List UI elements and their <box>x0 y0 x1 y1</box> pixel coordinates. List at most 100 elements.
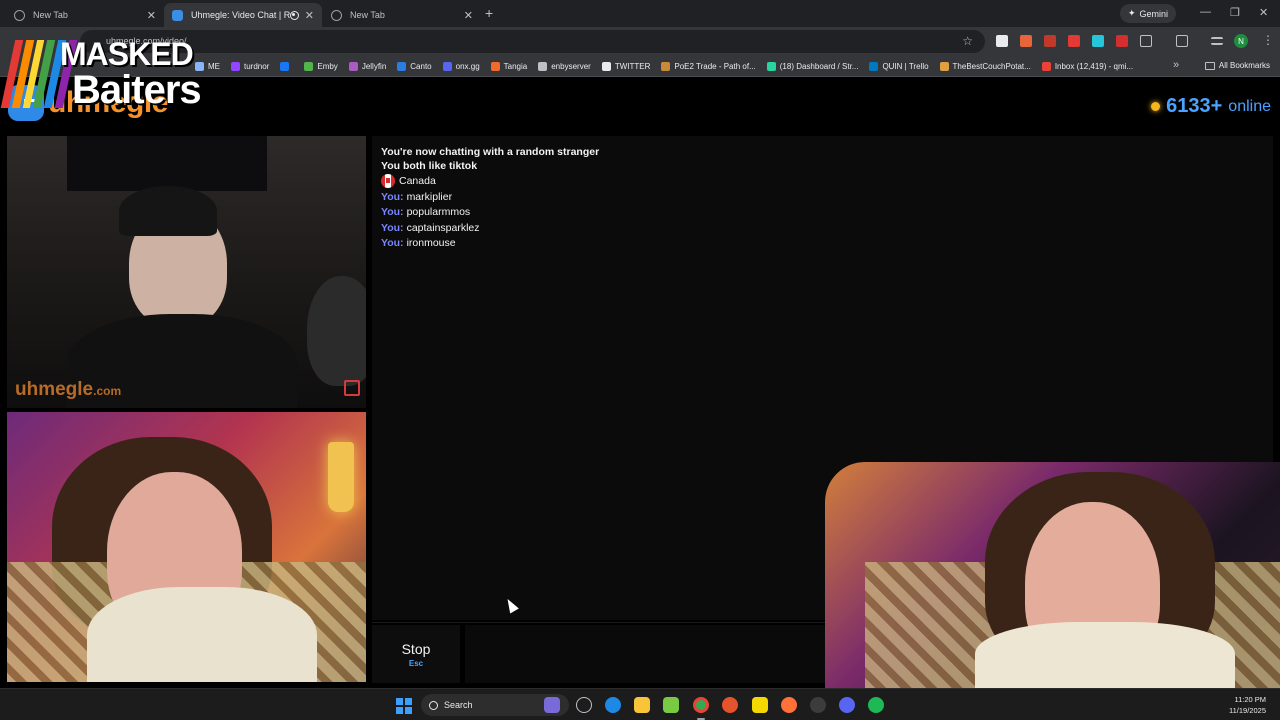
bookmark-favicon-icon <box>280 61 290 71</box>
bookmark-item[interactable]: Tangia <box>490 61 527 71</box>
spotify-icon[interactable] <box>868 697 884 713</box>
bookmark-label: onx.gg <box>455 61 480 71</box>
stop-label: Stop <box>401 640 431 657</box>
uhmegle-watermark: uhmegle.com <box>15 379 121 401</box>
system-clock[interactable]: 11:20 PM 11/19/2025 <box>1229 694 1266 716</box>
firefox-icon[interactable] <box>781 697 797 713</box>
bookmark-item[interactable]: TWITTER <box>601 61 650 71</box>
stop-button[interactable]: Stop Esc <box>372 625 460 683</box>
more-menu-icon[interactable]: ⋮ <box>1262 33 1274 47</box>
bookmark-favicon-icon <box>538 61 548 71</box>
search-icon <box>429 700 438 710</box>
search-label: Search <box>444 700 473 710</box>
extension-7tv-icon[interactable] <box>1092 35 1104 47</box>
bookmark-item[interactable]: QUIN | Trello <box>869 61 929 71</box>
bookmark-item[interactable]: PoE2 Trade - Path of... <box>661 61 756 71</box>
extensions-puzzle-icon[interactable] <box>1140 35 1152 47</box>
restore-icon[interactable]: ❐ <box>1230 6 1240 19</box>
app-orange-icon[interactable] <box>722 697 738 713</box>
online-count: 6133+ <box>1166 95 1223 117</box>
bookmark-item[interactable]: Canto <box>397 61 432 71</box>
report-flag-icon[interactable] <box>344 380 360 396</box>
bookmark-label: PoE2 Trade - Path of... <box>674 61 756 71</box>
extension-badge-icon[interactable] <box>1044 35 1056 47</box>
bookmark-item[interactable] <box>280 61 293 71</box>
tab-uhmegle[interactable]: Uhmegle: Video Chat | Rand ✕ <box>164 3 322 27</box>
chat-message: You: popularmmos <box>381 206 470 218</box>
canada-flag-icon <box>381 174 395 188</box>
message-text: markiplier <box>406 191 453 203</box>
bookmark-label: enbyserver <box>551 61 591 71</box>
uhmegle-favicon-icon <box>172 9 183 21</box>
online-counter: 6133+ online <box>1151 95 1271 118</box>
bookmark-favicon-icon <box>348 61 358 71</box>
lamp <box>328 442 354 512</box>
reading-list-icon[interactable] <box>1211 37 1223 45</box>
window-close-icon[interactable]: ✕ <box>1259 6 1268 19</box>
clock-time: 11:20 PM <box>1234 695 1266 704</box>
brand-top-text: MASKED <box>60 36 194 72</box>
masked-baiters-logo: MASKED Baiters <box>0 36 226 112</box>
online-label: online <box>1228 97 1271 115</box>
obs-icon[interactable] <box>810 697 826 713</box>
bookmark-label: QUIN | Trello <box>882 61 929 71</box>
all-bookmarks-button[interactable]: All Bookmarks <box>1204 61 1270 70</box>
page-content: uhmegle 6133+ online uhmegle.com You're … <box>0 77 1280 688</box>
country-name: Canada <box>399 174 436 187</box>
task-view-icon[interactable] <box>576 697 592 713</box>
chat-message: You: markiplier <box>381 191 452 203</box>
tab-strip: New Tab ✕ Uhmegle: Video Chat | Rand ✕ N… <box>0 0 1280 27</box>
bookmark-item[interactable]: Jellyfin <box>348 61 386 71</box>
bookmark-item[interactable]: turdnor <box>231 61 269 71</box>
self-shirt <box>87 587 317 682</box>
profile-avatar[interactable]: N <box>1234 34 1248 48</box>
message-text: captainsparklez <box>406 222 480 234</box>
close-icon[interactable]: ✕ <box>305 9 314 22</box>
bookmark-favicon-icon <box>397 61 407 71</box>
chrome-icon <box>14 9 25 21</box>
bookmarks-overflow-icon[interactable]: » <box>1173 59 1179 71</box>
extension-k-icon[interactable] <box>996 35 1008 47</box>
extension-red-icon[interactable] <box>1116 35 1128 47</box>
file-explorer-icon[interactable] <box>634 697 650 713</box>
edge-icon[interactable] <box>605 697 621 713</box>
watermark-text: uhmegle <box>15 379 94 400</box>
tab-title: Uhmegle: Video Chat | Rand <box>191 10 290 20</box>
close-icon[interactable]: ✕ <box>147 9 156 22</box>
extension-fox-icon[interactable] <box>1020 35 1032 47</box>
folder-icon <box>1204 61 1215 70</box>
sticky-notes-icon[interactable] <box>752 697 768 713</box>
cast-icon[interactable] <box>1176 35 1188 47</box>
bookmark-favicon-icon <box>490 61 500 71</box>
bookmark-favicon-icon <box>601 61 611 71</box>
bookmark-item[interactable]: enbyserver <box>538 61 591 71</box>
tab-title: New Tab <box>350 10 385 20</box>
new-tab-plus-icon[interactable]: + <box>485 5 493 21</box>
minimize-icon[interactable]: — <box>1200 6 1211 18</box>
bookmark-item[interactable]: Emby <box>304 61 338 71</box>
bookmark-item[interactable]: (18) Dashboard / Str... <box>766 61 858 71</box>
gemini-button[interactable]: ✦ Gemini <box>1120 4 1177 23</box>
bookmark-item[interactable]: TheBestCouchPotat... <box>939 61 1031 71</box>
bookmark-item[interactable]: onx.gg <box>442 61 480 71</box>
discord-icon[interactable] <box>839 697 855 713</box>
bookmark-item[interactable]: Inbox (12,419) - qmi... <box>1041 61 1133 71</box>
windows-start-icon[interactable] <box>396 698 412 714</box>
close-icon[interactable]: ✕ <box>464 9 473 22</box>
extension-youtube-icon[interactable] <box>1068 35 1080 47</box>
bookmark-favicon-icon <box>661 61 671 71</box>
bookmark-favicon-icon <box>1041 61 1051 71</box>
chrome-taskbar-icon[interactable] <box>693 697 709 713</box>
you-label: You: <box>381 222 404 234</box>
country-line: Canada <box>381 174 436 188</box>
bookmark-star-icon[interactable]: ☆ <box>962 34 973 48</box>
background-person <box>307 276 366 386</box>
app-green-icon[interactable] <box>663 697 679 713</box>
watermark-suffix: .com <box>93 384 122 398</box>
clock-date: 11/19/2025 <box>1229 706 1266 715</box>
tab-new-tab-2[interactable]: New Tab ✕ <box>323 3 481 27</box>
tab-new-tab-1[interactable]: New Tab ✕ <box>6 3 164 27</box>
stop-hotkey: Esc <box>408 658 424 668</box>
widgets-icon[interactable] <box>544 697 560 713</box>
stranger-video: uhmegle.com <box>7 136 366 408</box>
